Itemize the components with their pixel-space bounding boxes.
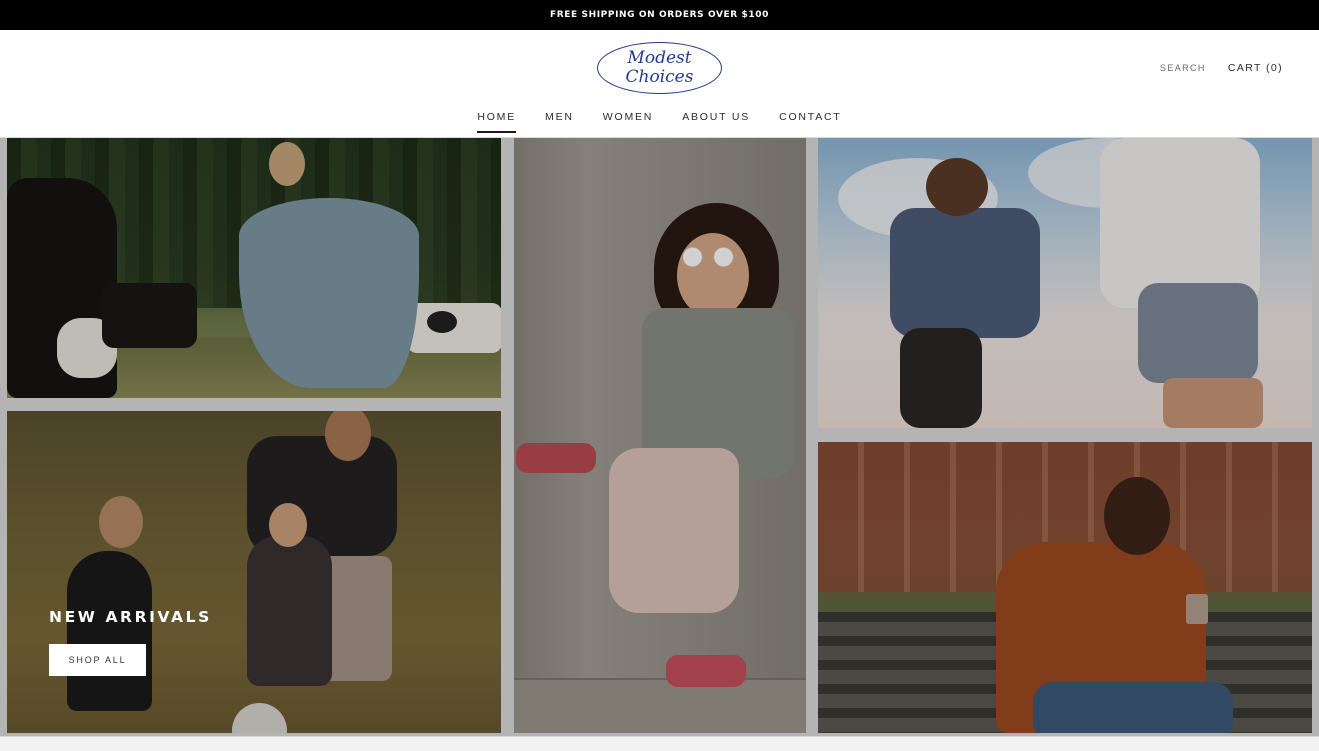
page-bottom-strip xyxy=(0,736,1319,751)
hero-image-family-field[interactable]: NEW ARRIVALS SHOP ALL xyxy=(7,411,501,733)
image-overlay xyxy=(7,138,501,398)
logo-line-1: Modest xyxy=(627,48,692,68)
promo-title: NEW ARRIVALS xyxy=(49,608,212,626)
image-overlay xyxy=(818,442,1312,733)
main-nav: HOME MEN WOMEN ABOUT US CONTACT xyxy=(0,111,1319,133)
image-overlay xyxy=(7,411,501,733)
shop-all-button[interactable]: SHOP ALL xyxy=(49,644,146,676)
search-link[interactable]: SEARCH xyxy=(1160,63,1206,73)
nav-item-men[interactable]: MEN xyxy=(545,111,574,131)
announcement-bar: FREE SHIPPING ON ORDERS OVER $100 xyxy=(0,0,1319,30)
logo[interactable]: Modest Choices xyxy=(597,42,722,94)
promo-block: NEW ARRIVALS SHOP ALL xyxy=(49,608,212,676)
announcement-text: FREE SHIPPING ON ORDERS OVER $100 xyxy=(550,10,769,20)
logo-line-2: Choices xyxy=(625,67,694,87)
nav-item-contact[interactable]: CONTACT xyxy=(779,111,842,131)
nav-item-home[interactable]: HOME xyxy=(477,111,516,133)
hero-collage: NEW ARRIVALS SHOP ALL xyxy=(0,138,1319,736)
header-actions: SEARCH CART (0) xyxy=(1160,62,1283,74)
cart-link[interactable]: CART (0) xyxy=(1228,62,1283,74)
image-overlay xyxy=(818,138,1312,428)
image-overlay xyxy=(514,138,806,733)
hero-image-couple-running xyxy=(818,138,1312,428)
hero-image-girl-wall xyxy=(514,138,806,733)
site-header: Modest Choices SEARCH CART (0) HOME MEN … xyxy=(0,30,1319,138)
nav-item-women[interactable]: WOMEN xyxy=(603,111,653,131)
hero-image-woman-with-cows xyxy=(7,138,501,398)
hero-image-man-bench xyxy=(818,442,1312,733)
nav-item-about-us[interactable]: ABOUT US xyxy=(682,111,750,131)
